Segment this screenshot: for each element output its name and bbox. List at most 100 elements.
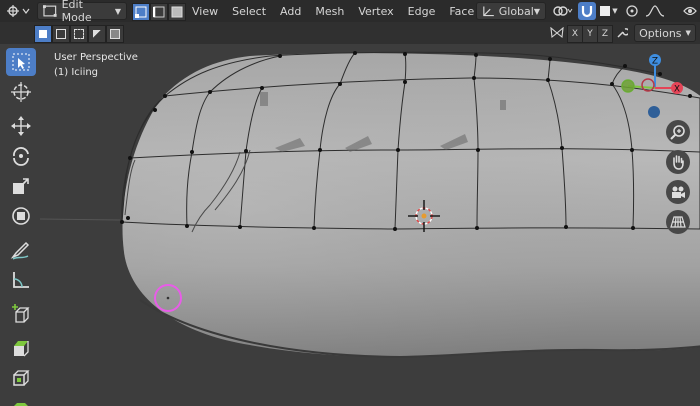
select-subtract-icon — [74, 29, 84, 39]
snap-element-icon — [600, 6, 611, 16]
select-extend-button[interactable] — [52, 25, 70, 43]
options-dropdown[interactable]: Options ▼ — [634, 24, 696, 42]
orientation-label: Global — [498, 4, 534, 18]
tool-inset[interactable] — [6, 364, 36, 392]
selection-mode-group — [34, 25, 124, 43]
snap-target-dropdown[interactable]: ▼ — [597, 2, 621, 20]
extrude-icon — [14, 341, 29, 357]
iciing-mesh-shading — [122, 53, 700, 357]
proportional-edit-toggle[interactable] — [624, 2, 640, 20]
inset-icon — [13, 370, 30, 386]
mirror-toggle[interactable] — [548, 24, 566, 42]
chevron-down-icon: ▼ — [685, 29, 691, 37]
select-invert-icon — [93, 30, 101, 38]
magnet-icon — [581, 6, 593, 18]
tool-select-box[interactable] — [6, 48, 36, 76]
gizmo-z-label: Z — [652, 57, 658, 67]
gizmo-y[interactable] — [622, 80, 634, 92]
link-icon — [553, 6, 573, 16]
mirror-x-toggle[interactable]: X — [567, 25, 583, 43]
rotate-icon — [13, 147, 29, 166]
transform-icon — [12, 207, 30, 225]
gizmo-neg-z[interactable] — [648, 106, 660, 118]
editor-type-button[interactable] — [4, 2, 32, 20]
object-label: (1) Iciing — [54, 67, 99, 78]
shading-icon — [683, 6, 697, 16]
viewport-shading-button[interactable] — [680, 2, 700, 20]
tool-annotate[interactable] — [6, 236, 36, 264]
3d-viewport[interactable]: User Perspective (1) Iciing X Z — [0, 44, 700, 406]
annotate-icon — [10, 241, 30, 260]
mode-label: Edit Mode — [61, 0, 92, 24]
select-box-icon — [12, 53, 30, 71]
camera-icon — [672, 186, 685, 198]
mode-dropdown[interactable]: Edit Mode ▼ — [37, 0, 127, 24]
tool-settings-bar: X Y Z Options ▼ — [0, 22, 700, 44]
select-intersect-icon — [110, 29, 120, 39]
tool-scale[interactable] — [6, 172, 36, 200]
orientation-dropdown[interactable]: Global ▼ — [476, 2, 546, 20]
camera-view-button[interactable] — [666, 180, 690, 204]
edge-select-icon — [153, 6, 165, 18]
floor-line — [39, 218, 121, 221]
chevron-down-icon: ▼ — [114, 6, 121, 16]
perspective-toggle-button[interactable] — [666, 210, 690, 234]
viewport-header: Edit Mode ▼ View Select Add Mesh Vertex … — [0, 0, 700, 24]
select-invert-button[interactable] — [88, 25, 106, 43]
menu-mesh[interactable]: Mesh — [308, 2, 351, 20]
edit-mode-icon — [43, 5, 57, 17]
menu-edge[interactable]: Edge — [401, 2, 443, 20]
editor-type-icon — [7, 5, 30, 17]
tool-measure[interactable] — [6, 266, 36, 294]
tool-extrude[interactable] — [6, 334, 36, 362]
tool-rotate[interactable] — [6, 142, 36, 170]
tool-bevel[interactable] — [6, 392, 36, 406]
orientation-axes-icon — [483, 6, 494, 17]
bevel-icon — [14, 403, 28, 406]
zoom-icon — [670, 125, 685, 140]
grid-perspective-icon — [670, 216, 686, 228]
select-extend-icon — [56, 29, 66, 39]
vertex-select-button[interactable] — [132, 3, 150, 21]
mirror-z-toggle[interactable]: Z — [597, 25, 613, 43]
menu-vertex[interactable]: Vertex — [351, 2, 400, 20]
tool-transform[interactable] — [6, 202, 36, 230]
butterfly-mirror-icon — [550, 27, 564, 39]
mirror-y-toggle[interactable]: Y — [582, 25, 598, 43]
select-mode-group — [132, 3, 186, 21]
select-new-icon — [39, 30, 47, 38]
scale-icon — [13, 178, 29, 194]
menu-view[interactable]: View — [185, 2, 225, 20]
face-select-icon — [171, 6, 183, 18]
pan-button[interactable] — [666, 150, 690, 174]
menu-select[interactable]: Select — [225, 2, 273, 20]
chevron-down-icon: ▼ — [612, 7, 618, 15]
navigation-gizmo[interactable]: X Z — [618, 50, 694, 126]
chevron-down-icon: ▼ — [533, 6, 540, 16]
tool-cursor[interactable] — [6, 78, 36, 106]
mesh-view — [39, 51, 700, 359]
edge-select-button[interactable] — [150, 3, 168, 21]
zoom-button[interactable] — [666, 120, 690, 144]
falloff-dropdown[interactable] — [642, 2, 668, 20]
gizmo-neg-x[interactable] — [641, 78, 655, 92]
menu-add[interactable]: Add — [273, 2, 308, 20]
wrench-button[interactable] — [614, 24, 630, 42]
add-cube-icon — [12, 304, 30, 323]
face-select-button[interactable] — [168, 3, 186, 21]
tool-move[interactable] — [6, 112, 36, 140]
tool-add-cube[interactable] — [6, 300, 36, 328]
pivot-point-button[interactable] — [550, 2, 576, 20]
proportional-edit-icon — [626, 5, 638, 17]
wrench-icon — [617, 28, 628, 38]
hand-pan-icon — [673, 155, 684, 170]
snap-toggle[interactable] — [578, 2, 596, 20]
main-menu: View Select Add Mesh Vertex Edge Face UV — [185, 2, 511, 20]
measure-icon — [13, 272, 29, 288]
select-subtract-button[interactable] — [70, 25, 88, 43]
options-label: Options — [639, 26, 682, 40]
select-new-button[interactable] — [34, 25, 52, 43]
vertex-select-icon — [135, 6, 147, 18]
select-intersect-button[interactable] — [106, 25, 124, 43]
falloff-curve-icon — [645, 5, 665, 17]
